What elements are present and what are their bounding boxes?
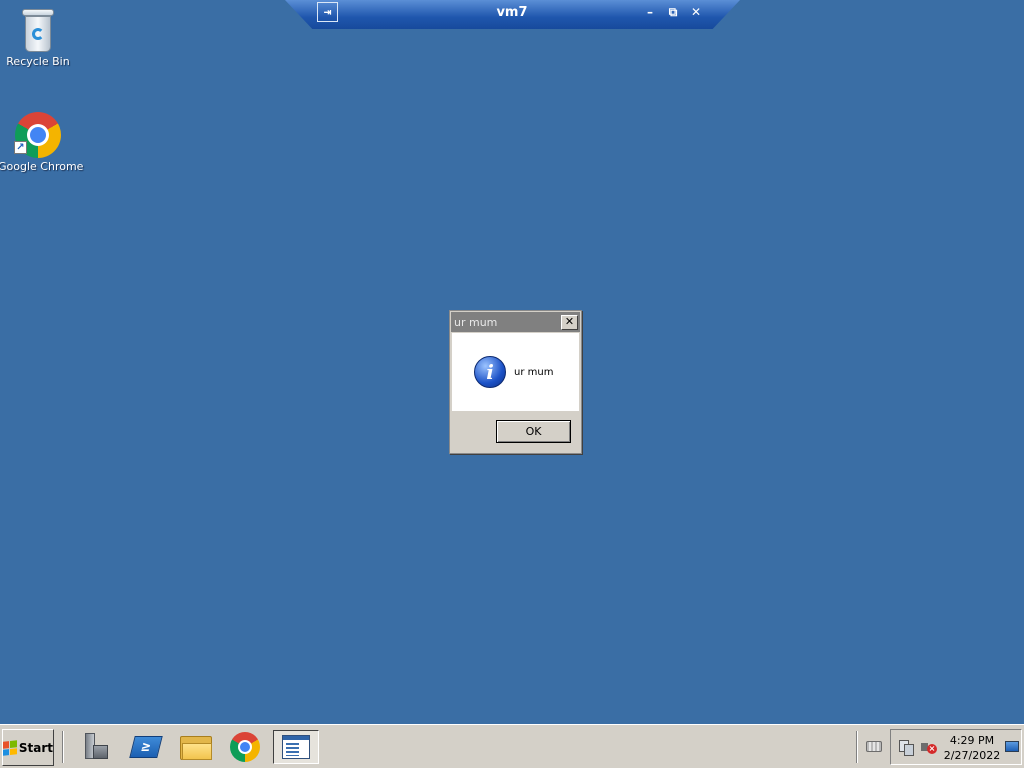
rdp-minimize-button[interactable]: – <box>641 3 659 21</box>
rdp-restore-button[interactable]: ⧉ <box>664 3 682 21</box>
clock-time: 4:29 PM <box>949 734 995 747</box>
powershell-icon: ≥ <box>129 736 163 758</box>
restore-icon: ⧉ <box>668 4 678 19</box>
taskbar-clock[interactable]: 4:29 PM 2/27/2022 <box>943 733 1001 763</box>
recycle-bin-icon <box>21 9 55 53</box>
dialog-content: i ur mum <box>452 333 579 411</box>
dialog-close-button[interactable]: ✕ <box>561 314 578 330</box>
taskbar-file-explorer[interactable] <box>177 730 215 764</box>
keyboard-icon[interactable] <box>866 741 882 752</box>
close-icon: ✕ <box>564 314 575 328</box>
file-explorer-icon <box>180 734 212 760</box>
dialog-message: ur mum <box>514 366 554 378</box>
ok-button[interactable]: OK <box>496 420 571 443</box>
rdp-title: vm7 <box>496 5 528 20</box>
desktop-icon-google-chrome[interactable]: Google Chrome <box>0 112 84 173</box>
app-window-icon <box>282 735 310 759</box>
info-icon: i <box>474 356 506 388</box>
dialog-titlebar[interactable]: ur mum ✕ <box>451 312 580 332</box>
volume-muted-icon[interactable]: × <box>921 740 937 754</box>
start-label: Start <box>18 740 53 755</box>
taskbar-active-app[interactable] <box>273 730 319 764</box>
taskbar-separator <box>856 731 858 763</box>
shortcut-arrow-icon: ↗ <box>14 141 27 154</box>
server-manager-icon <box>83 733 109 761</box>
network-icon[interactable] <box>899 740 914 756</box>
minimize-icon: – <box>647 5 653 19</box>
rdp-close-button[interactable]: ✕ <box>687 3 705 21</box>
taskbar-chrome[interactable] <box>226 730 264 764</box>
show-desktop-icon[interactable] <box>1005 741 1019 752</box>
dialog-title: ur mum <box>454 315 498 329</box>
message-box-dialog: ur mum ✕ i ur mum OK <box>449 310 582 454</box>
desktop-icon-label: Recycle Bin <box>6 55 70 68</box>
rdp-pin-button[interactable]: ⇥ <box>317 2 338 22</box>
desktop-icon-recycle-bin[interactable]: Recycle Bin <box>0 9 78 68</box>
taskbar: Start ≥ × 4:29 PM 2/27/2022 <box>0 724 1024 768</box>
taskbar-separator <box>62 731 64 763</box>
taskbar-powershell[interactable]: ≥ <box>127 730 165 764</box>
chrome-icon <box>230 732 260 762</box>
taskbar-server-manager[interactable] <box>77 730 115 764</box>
windows-logo-icon <box>3 739 17 756</box>
system-tray: × 4:29 PM 2/27/2022 <box>890 729 1022 765</box>
close-icon: ✕ <box>690 5 702 19</box>
start-button[interactable]: Start <box>2 729 54 766</box>
clock-date: 2/27/2022 <box>943 749 1001 762</box>
desktop-icon-label: Google Chrome <box>0 160 84 173</box>
pin-icon: ⇥ <box>323 4 332 20</box>
